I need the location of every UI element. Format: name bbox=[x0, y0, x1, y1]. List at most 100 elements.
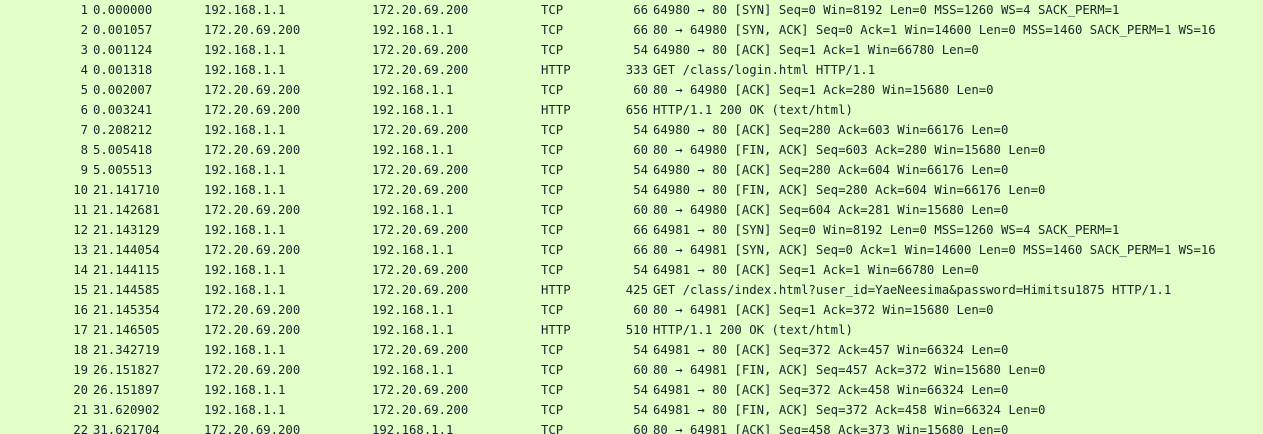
packet-row[interactable]: 1 0.000000 192.168.1.1 172.20.69.200 TCP… bbox=[0, 0, 1263, 20]
packet-source: 172.20.69.200 bbox=[204, 203, 301, 217]
packet-destination: 192.168.1.1 bbox=[372, 363, 454, 377]
packet-destination: 172.20.69.200 bbox=[372, 403, 469, 417]
packet-destination: 172.20.69.200 bbox=[372, 263, 469, 277]
packet-info: 80 → 64981 [SYN, ACK] Seq=0 Ack=1 Win=14… bbox=[653, 243, 1216, 257]
packet-length: 60 bbox=[633, 303, 648, 317]
packet-info: 64981 → 80 [FIN, ACK] Seq=372 Ack=458 Wi… bbox=[653, 403, 1046, 417]
packet-info: 64980 → 80 [FIN, ACK] Seq=280 Ack=604 Wi… bbox=[653, 183, 1046, 197]
packet-destination: 172.20.69.200 bbox=[372, 43, 469, 57]
packet-number: 13 bbox=[73, 243, 88, 257]
packet-destination: 172.20.69.200 bbox=[372, 3, 469, 17]
packet-source: 192.168.1.1 bbox=[204, 283, 286, 297]
packet-row[interactable]: 13 21.144054 172.20.69.200 192.168.1.1 T… bbox=[0, 240, 1263, 260]
packet-row[interactable]: 16 21.145354 172.20.69.200 192.168.1.1 T… bbox=[0, 300, 1263, 320]
packet-length: 425 bbox=[625, 283, 648, 297]
packet-number: 14 bbox=[73, 263, 88, 277]
packet-length: 54 bbox=[633, 43, 648, 57]
packet-number: 20 bbox=[73, 383, 88, 397]
packet-row[interactable]: 3 0.001124 192.168.1.1 172.20.69.200 TCP… bbox=[0, 40, 1263, 60]
packet-destination: 172.20.69.200 bbox=[372, 283, 469, 297]
packet-row[interactable]: 12 21.143129 192.168.1.1 172.20.69.200 T… bbox=[0, 220, 1263, 240]
packet-time: 21.142681 bbox=[93, 203, 160, 217]
packet-length: 60 bbox=[633, 423, 648, 434]
packet-row[interactable]: 2 0.001057 172.20.69.200 192.168.1.1 TCP… bbox=[0, 20, 1263, 40]
packet-source: 172.20.69.200 bbox=[204, 83, 301, 97]
packet-row[interactable]: 4 0.001318 192.168.1.1 172.20.69.200 HTT… bbox=[0, 60, 1263, 80]
packet-row[interactable]: 18 21.342719 192.168.1.1 172.20.69.200 T… bbox=[0, 340, 1263, 360]
packet-number: 4 bbox=[80, 63, 88, 77]
packet-length: 54 bbox=[633, 123, 648, 137]
packet-row[interactable]: 17 21.146505 172.20.69.200 192.168.1.1 H… bbox=[0, 320, 1263, 340]
packet-info: 64980 → 80 [ACK] Seq=1 Ack=1 Win=66780 L… bbox=[653, 43, 979, 57]
packet-row[interactable]: 5 0.002007 172.20.69.200 192.168.1.1 TCP… bbox=[0, 80, 1263, 100]
packet-length: 656 bbox=[625, 103, 648, 117]
packet-info: 64981 → 80 [SYN] Seq=0 Win=8192 Len=0 MS… bbox=[653, 223, 1120, 237]
packet-row[interactable]: 11 21.142681 172.20.69.200 192.168.1.1 T… bbox=[0, 200, 1263, 220]
packet-length: 54 bbox=[633, 403, 648, 417]
packet-row[interactable]: 15 21.144585 192.168.1.1 172.20.69.200 H… bbox=[0, 280, 1263, 300]
packet-length: 66 bbox=[633, 223, 648, 237]
packet-time: 0.208212 bbox=[93, 123, 153, 137]
packet-time: 21.342719 bbox=[93, 343, 160, 357]
packet-length: 60 bbox=[633, 363, 648, 377]
packet-info: 80 → 64981 [FIN, ACK] Seq=457 Ack=372 Wi… bbox=[653, 363, 1046, 377]
packet-length: 54 bbox=[633, 163, 648, 177]
packet-source: 172.20.69.200 bbox=[204, 243, 301, 257]
packet-row[interactable]: 14 21.144115 192.168.1.1 172.20.69.200 T… bbox=[0, 260, 1263, 280]
packet-row[interactable]: 6 0.003241 172.20.69.200 192.168.1.1 HTT… bbox=[0, 100, 1263, 120]
packet-number: 17 bbox=[73, 323, 88, 337]
packet-destination: 192.168.1.1 bbox=[372, 423, 454, 434]
packet-time: 0.002007 bbox=[93, 83, 153, 97]
packet-source: 192.168.1.1 bbox=[204, 63, 286, 77]
packet-info: GET /class/login.html HTTP/1.1 bbox=[653, 63, 876, 77]
packet-length: 66 bbox=[633, 23, 648, 37]
packet-destination: 192.168.1.1 bbox=[372, 103, 454, 117]
packet-row[interactable]: 10 21.141710 192.168.1.1 172.20.69.200 T… bbox=[0, 180, 1263, 200]
packet-source: 192.168.1.1 bbox=[204, 263, 286, 277]
packet-source: 172.20.69.200 bbox=[204, 23, 301, 37]
packet-row[interactable]: 8 5.005418 172.20.69.200 192.168.1.1 TCP… bbox=[0, 140, 1263, 160]
packet-number: 10 bbox=[73, 183, 88, 197]
packet-time: 21.146505 bbox=[93, 323, 160, 337]
packet-source: 172.20.69.200 bbox=[204, 143, 301, 157]
packet-source: 192.168.1.1 bbox=[204, 343, 286, 357]
packet-row[interactable]: 9 5.005513 192.168.1.1 172.20.69.200 TCP… bbox=[0, 160, 1263, 180]
packet-source: 192.168.1.1 bbox=[204, 163, 286, 177]
packet-info: 80 → 64980 [SYN, ACK] Seq=0 Ack=1 Win=14… bbox=[653, 23, 1216, 37]
packet-row[interactable]: 22 31.621704 172.20.69.200 192.168.1.1 T… bbox=[0, 420, 1263, 434]
packet-length: 54 bbox=[633, 343, 648, 357]
packet-destination: 172.20.69.200 bbox=[372, 63, 469, 77]
packet-source: 172.20.69.200 bbox=[204, 323, 301, 337]
packet-row[interactable]: 7 0.208212 192.168.1.1 172.20.69.200 TCP… bbox=[0, 120, 1263, 140]
packet-source: 172.20.69.200 bbox=[204, 423, 301, 434]
packet-list: 1 0.000000 192.168.1.1 172.20.69.200 TCP… bbox=[0, 0, 1263, 434]
packet-length: 60 bbox=[633, 203, 648, 217]
packet-source: 192.168.1.1 bbox=[204, 123, 286, 137]
packet-info: 80 → 64980 [ACK] Seq=604 Ack=281 Win=156… bbox=[653, 203, 1009, 217]
packet-source: 192.168.1.1 bbox=[204, 403, 286, 417]
packet-length: 54 bbox=[633, 183, 648, 197]
packet-destination: 192.168.1.1 bbox=[372, 83, 454, 97]
packet-number: 18 bbox=[73, 343, 88, 357]
packet-source: 172.20.69.200 bbox=[204, 363, 301, 377]
packet-number: 22 bbox=[73, 423, 88, 434]
packet-destination: 192.168.1.1 bbox=[372, 323, 454, 337]
packet-info: 80 → 64981 [ACK] Seq=1 Ack=372 Win=15680… bbox=[653, 303, 994, 317]
packet-number: 11 bbox=[73, 203, 88, 217]
packet-row[interactable]: 19 26.151827 172.20.69.200 192.168.1.1 T… bbox=[0, 360, 1263, 380]
packet-number: 21 bbox=[73, 403, 88, 417]
packet-length: 510 bbox=[625, 323, 648, 337]
packet-row[interactable]: 21 31.620902 192.168.1.1 172.20.69.200 T… bbox=[0, 400, 1263, 420]
packet-number: 8 bbox=[80, 143, 88, 157]
packet-time: 0.001318 bbox=[93, 63, 153, 77]
packet-length: 54 bbox=[633, 263, 648, 277]
packet-source: 192.168.1.1 bbox=[204, 43, 286, 57]
packet-length: 54 bbox=[633, 383, 648, 397]
packet-info: 64981 → 80 [ACK] Seq=372 Ack=458 Win=663… bbox=[653, 383, 1009, 397]
packet-time: 5.005418 bbox=[93, 143, 153, 157]
packet-row[interactable]: 20 26.151897 192.168.1.1 172.20.69.200 T… bbox=[0, 380, 1263, 400]
packet-time: 26.151897 bbox=[93, 383, 160, 397]
packet-length: 60 bbox=[633, 143, 648, 157]
packet-time: 0.000000 bbox=[93, 3, 153, 17]
packet-time: 26.151827 bbox=[93, 363, 160, 377]
